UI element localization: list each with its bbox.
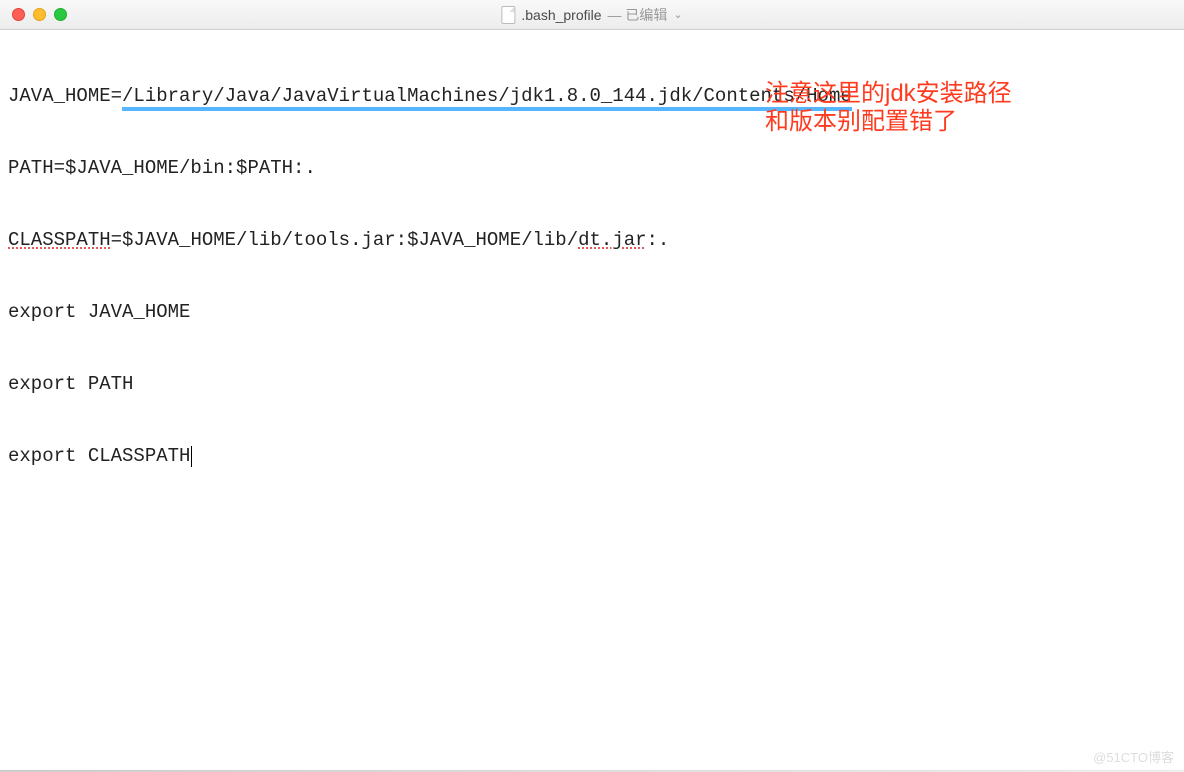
- minimize-button[interactable]: [33, 8, 46, 21]
- spell-word: CLASSPATH: [8, 229, 111, 251]
- editor-line: CLASSPATH=$JAVA_HOME/lib/tools.jar:$JAVA…: [8, 228, 1176, 252]
- window-titlebar: .bash_profile — 已编辑 ⌄: [0, 0, 1184, 30]
- line-text: PATH=$JAVA_HOME/bin:$PATH:.: [8, 157, 316, 179]
- line-prefix: JAVA_HOME=: [8, 85, 122, 107]
- close-button[interactable]: [12, 8, 25, 21]
- spell-word: dt.jar: [578, 229, 646, 251]
- maximize-button[interactable]: [54, 8, 67, 21]
- editor-line: PATH=$JAVA_HOME/bin:$PATH:.: [8, 156, 1176, 180]
- traffic-lights: [0, 8, 67, 21]
- editor-line: export PATH: [8, 372, 1176, 396]
- title-filename: .bash_profile: [521, 7, 601, 23]
- watermark: @51CTO博客: [1093, 747, 1174, 766]
- line-rest: =$JAVA_HOME/lib/tools.jar:$JAVA_HOME/lib…: [111, 229, 578, 251]
- editor-line: export CLASSPATH: [8, 444, 1176, 468]
- text-cursor: [191, 446, 192, 467]
- chevron-down-icon[interactable]: ⌄: [673, 8, 682, 21]
- title-separator: —: [608, 7, 626, 23]
- line-text: export JAVA_HOME: [8, 301, 190, 323]
- line-text: export PATH: [8, 373, 133, 395]
- line-tail: :.: [647, 229, 670, 251]
- window-title[interactable]: .bash_profile — 已编辑 ⌄: [501, 5, 682, 25]
- title-status: 已编辑: [625, 7, 667, 23]
- line-text: export CLASSPATH: [8, 445, 190, 467]
- editor-line: export JAVA_HOME: [8, 300, 1176, 324]
- highlighted-path: /Library/Java/JavaVirtualMachines/jdk1.8…: [122, 85, 852, 111]
- annotation-text: 和版本别配置错了: [765, 108, 957, 136]
- annotation-text: 注意这里的jdk安装路径: [765, 80, 1012, 108]
- file-icon: [501, 6, 515, 24]
